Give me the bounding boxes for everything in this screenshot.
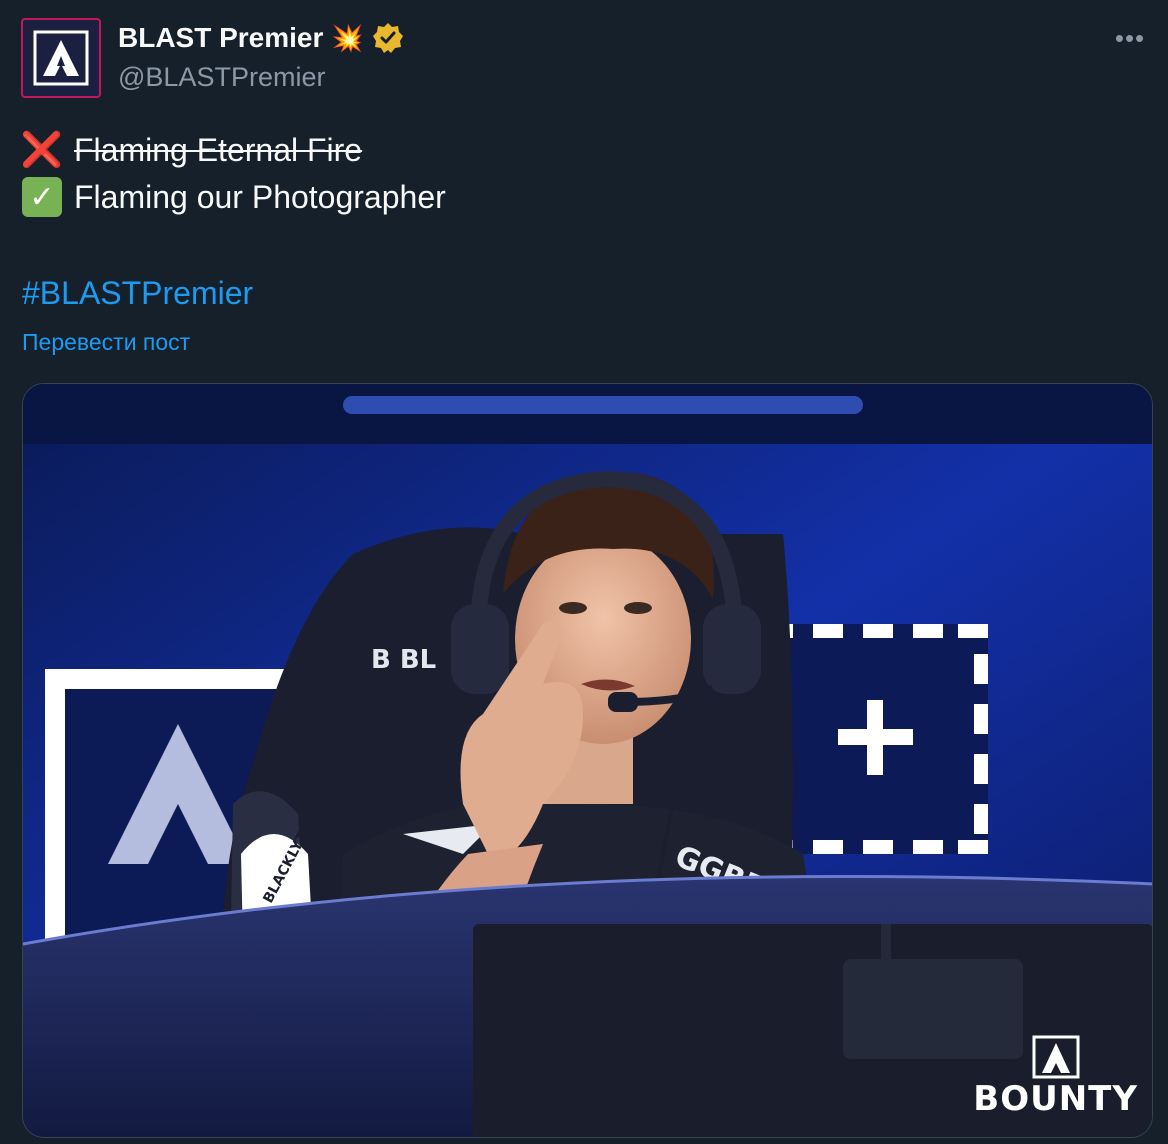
tweet-line-1-text: Flaming Eternal Fire — [74, 131, 363, 168]
cross-mark-icon: ❌ — [20, 131, 64, 169]
svg-text:B BL: B BL — [371, 645, 436, 675]
verified-badge-icon[interactable] — [372, 22, 404, 54]
check-mark-icon: ✓ — [22, 177, 62, 217]
display-name-text: BLAST Premier — [118, 22, 324, 53]
more-icon: ••• — [1114, 22, 1146, 53]
display-name[interactable]: BLAST Premier 💥 — [118, 22, 404, 54]
tweet-line-2-text: Flaming our Photographer — [74, 178, 446, 215]
tweet-photo[interactable]: BLACKLYTE B BL GGBET V N — [22, 383, 1153, 1138]
avatar[interactable] — [21, 18, 101, 98]
blast-watermark-icon — [1032, 1035, 1080, 1079]
tweet: BLAST Premier 💥 @BLASTPremier ••• ❌ Flam… — [0, 0, 1168, 1144]
photo-scene: BLACKLYTE B BL GGBET V N — [23, 384, 1152, 1137]
hashtag-link[interactable]: #BLASTPremier — [22, 275, 253, 312]
bounty-watermark-text: BOUNTY — [973, 1079, 1138, 1119]
collision-emoji-icon: 💥 — [331, 22, 364, 53]
bounty-watermark: BOUNTY — [973, 1035, 1138, 1119]
tweet-line-2: ✓ Flaming our Photographer — [22, 177, 446, 217]
tweet-line-1: ❌ Flaming Eternal Fire — [20, 130, 363, 170]
author-handle[interactable]: @BLASTPremier — [118, 62, 325, 93]
translate-post-link[interactable]: Перевести пост — [22, 329, 190, 356]
blast-logo-icon — [33, 30, 89, 86]
more-options-button[interactable]: ••• — [1112, 22, 1148, 53]
